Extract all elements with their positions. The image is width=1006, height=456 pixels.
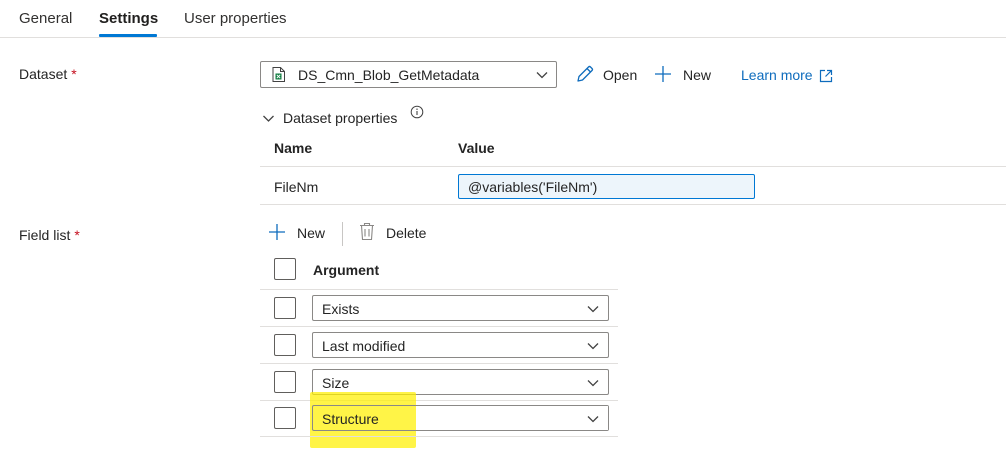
select-all-checkbox[interactable] bbox=[274, 258, 296, 280]
argument-value: Structure bbox=[322, 411, 379, 427]
row-divider bbox=[260, 326, 618, 327]
table-divider bbox=[260, 204, 1006, 205]
argument-value: Last modified bbox=[322, 338, 406, 354]
chevron-down-icon bbox=[263, 115, 274, 122]
dataset-dropdown[interactable]: DS_Cmn_Blob_GetMetadata bbox=[260, 61, 557, 88]
argument-dropdown[interactable]: Structure bbox=[312, 405, 609, 431]
column-header-argument: Argument bbox=[313, 262, 380, 278]
new-dataset-button-label: New bbox=[683, 67, 712, 83]
row-divider bbox=[260, 436, 618, 437]
chevron-down-icon bbox=[587, 343, 599, 350]
chevron-down-icon bbox=[587, 306, 599, 313]
tab-settings[interactable]: Settings bbox=[99, 10, 158, 27]
column-header-value: Value bbox=[458, 140, 495, 156]
row-divider bbox=[260, 363, 618, 364]
learn-more-link[interactable]: Learn more bbox=[741, 62, 837, 86]
dataset-properties-title: Dataset properties bbox=[283, 110, 398, 126]
chevron-down-icon bbox=[587, 416, 599, 423]
row-divider bbox=[260, 289, 618, 290]
open-button[interactable]: Open bbox=[575, 62, 641, 86]
dataset-label-text: Dataset bbox=[19, 66, 68, 82]
active-tab-indicator bbox=[99, 34, 157, 37]
required-mark: * bbox=[71, 66, 77, 82]
toolbar-separator bbox=[342, 222, 343, 246]
field-list-label: Field list * bbox=[19, 227, 80, 243]
dataset-label: Dataset * bbox=[19, 66, 77, 82]
add-field-button[interactable]: New bbox=[268, 221, 332, 245]
table-divider bbox=[260, 166, 1006, 167]
dataset-file-icon bbox=[272, 67, 285, 82]
plus-icon bbox=[269, 224, 285, 240]
argument-dropdown[interactable]: Exists bbox=[312, 295, 609, 321]
property-value-input[interactable] bbox=[458, 174, 755, 199]
trash-icon bbox=[360, 222, 374, 241]
dropdown-background bbox=[417, 406, 608, 430]
argument-value: Size bbox=[322, 375, 350, 391]
argument-dropdown[interactable]: Last modified bbox=[312, 332, 609, 358]
row-checkbox[interactable] bbox=[274, 371, 296, 393]
row-checkbox[interactable] bbox=[274, 334, 296, 356]
new-dataset-button[interactable]: New bbox=[654, 62, 716, 86]
chevron-down-icon bbox=[536, 72, 548, 79]
pencil-icon bbox=[577, 65, 594, 82]
row-checkbox[interactable] bbox=[274, 407, 296, 429]
delete-field-button-label: Delete bbox=[386, 225, 427, 241]
column-header-name: Name bbox=[274, 140, 313, 156]
plus-icon bbox=[655, 66, 671, 82]
info-icon[interactable] bbox=[410, 105, 424, 119]
open-button-label: Open bbox=[603, 67, 638, 83]
delete-field-button[interactable]: Delete bbox=[358, 221, 434, 245]
tab-user-properties[interactable]: User properties bbox=[184, 10, 287, 27]
tab-bar: General Settings User properties bbox=[0, 0, 1006, 38]
dataset-properties-toggle[interactable]: Dataset properties bbox=[262, 106, 432, 130]
argument-value: Exists bbox=[322, 301, 360, 317]
dataset-dropdown-value: DS_Cmn_Blob_GetMetadata bbox=[298, 67, 480, 83]
row-checkbox[interactable] bbox=[274, 297, 296, 319]
learn-more-link-label: Learn more bbox=[741, 67, 813, 83]
field-list-label-text: Field list bbox=[19, 227, 71, 243]
add-field-button-label: New bbox=[297, 225, 326, 241]
tab-general[interactable]: General bbox=[19, 10, 72, 27]
external-link-icon bbox=[819, 69, 833, 83]
chevron-down-icon bbox=[587, 380, 599, 387]
required-mark: * bbox=[74, 227, 80, 243]
property-name: FileNm bbox=[274, 179, 319, 195]
